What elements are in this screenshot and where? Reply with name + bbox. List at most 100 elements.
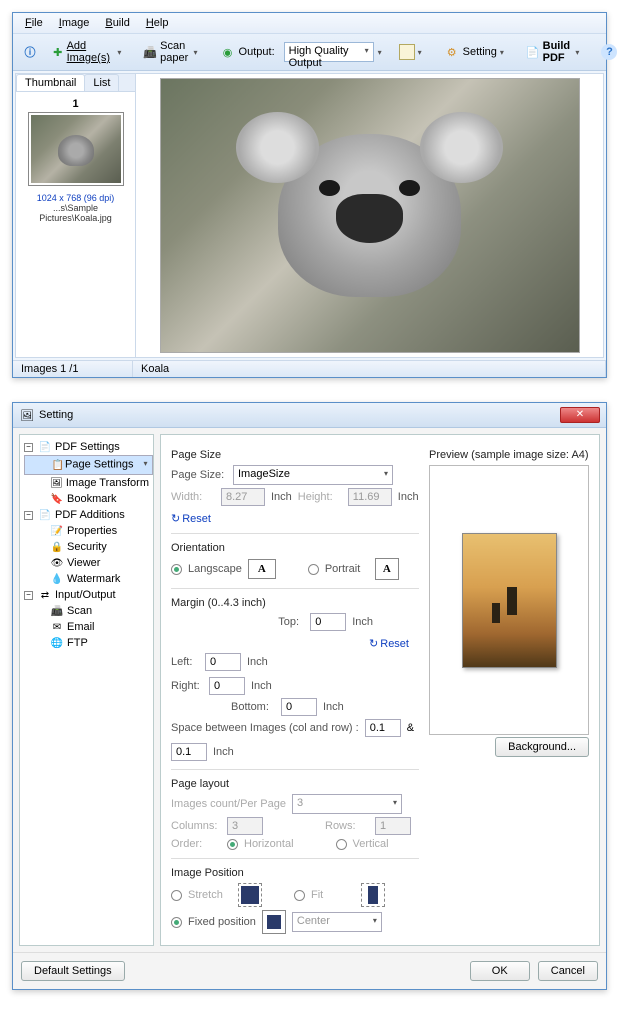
info-button[interactable]: ⓘ — [17, 41, 43, 63]
default-settings-button[interactable]: Default Settings — [21, 961, 125, 981]
right-input[interactable] — [209, 677, 245, 695]
portrait-icon: A — [375, 558, 399, 580]
stretch-label: Stretch — [188, 889, 232, 901]
thumbnail-item[interactable] — [28, 112, 124, 186]
tree-pdf-settings[interactable]: −📄PDF Settings — [24, 439, 149, 455]
scan-label: Scan paper — [160, 40, 190, 64]
stretch-swatch — [238, 883, 262, 907]
bottom-input[interactable] — [281, 698, 317, 716]
portrait-label: Portrait — [325, 563, 369, 575]
output-icon: ◉ — [220, 44, 236, 60]
tree-ftp[interactable]: 🌐FTP — [24, 635, 149, 651]
tree-scan[interactable]: 📠Scan — [24, 603, 149, 619]
align-select[interactable]: Center — [292, 912, 382, 932]
output-quality-select[interactable]: High Quality Output — [284, 42, 374, 62]
menu-help[interactable]: Help — [140, 15, 175, 31]
chevron-down-icon: ▾ — [500, 48, 504, 57]
color-picker[interactable]: ▾ — [394, 41, 427, 63]
help-button[interactable]: ? — [596, 41, 620, 63]
landscape-label: Langscape — [188, 563, 242, 575]
transform-icon: 🖼 — [50, 476, 63, 490]
fit-radio[interactable] — [294, 890, 305, 901]
tree-viewer[interactable]: 👁Viewer — [24, 555, 149, 571]
rows-label: Rows: — [325, 820, 369, 832]
pdf-icon: 📄 — [38, 440, 52, 454]
page-size-heading: Page Size — [171, 449, 419, 461]
fixed-swatch — [262, 910, 286, 934]
scan-paper-button[interactable]: 📠 Scan paper ▾ — [138, 37, 202, 67]
color-swatch-icon — [399, 44, 415, 60]
count-select: 3 — [292, 794, 402, 814]
add-images-button[interactable]: ✚ Add Image(s) ▾ — [47, 37, 126, 67]
settings-form: Page Size Page Size: ImageSize Width: In… — [171, 443, 419, 937]
tree-email[interactable]: ✉Email — [24, 619, 149, 635]
tree-page-settings[interactable]: 📋Page Settings — [24, 455, 153, 475]
menu-file[interactable]: File — [19, 15, 49, 31]
setting-button[interactable]: ⚙ Setting ▾ — [439, 41, 509, 63]
tree-image-transform[interactable]: 🖼Image Transform — [24, 475, 149, 491]
rows-input — [375, 817, 411, 835]
build-pdf-label: Build PDF — [543, 40, 573, 64]
image-viewport[interactable] — [136, 74, 603, 357]
height-input — [348, 488, 392, 506]
position-heading: Image Position — [171, 867, 419, 879]
preview-panel: Preview (sample image size: A4) Backgrou… — [429, 443, 589, 937]
fixed-radio[interactable] — [171, 917, 182, 928]
page-size-label: Page Size: — [171, 469, 227, 481]
height-label: Height: — [298, 491, 342, 503]
help-icon: ? — [601, 44, 617, 60]
chevron-down-icon[interactable]: ▾ — [378, 48, 382, 57]
toolbar: ⓘ ✚ Add Image(s) ▾ 📠 Scan paper ▾ ◉ Outp… — [13, 34, 606, 71]
space-label: Space between Images (col and row) : — [171, 722, 359, 734]
cancel-button[interactable]: Cancel — [538, 961, 598, 981]
settings-dialog: 🖼 Setting ✕ −📄PDF Settings 📋Page Setting… — [12, 402, 607, 990]
dialog-title: Setting — [39, 409, 73, 421]
portrait-radio[interactable] — [308, 564, 319, 575]
tree-bookmark[interactable]: 🔖Bookmark — [24, 491, 149, 507]
page-size-select[interactable]: ImageSize — [233, 465, 393, 485]
preview-sample-image — [462, 533, 557, 668]
collapse-icon[interactable]: − — [24, 511, 33, 520]
scanner-icon: 📠 — [50, 604, 64, 618]
chevron-down-icon: ▾ — [194, 48, 198, 57]
stretch-radio[interactable] — [171, 890, 182, 901]
tree-pdf-additions[interactable]: −📄PDF Additions — [24, 507, 149, 523]
collapse-icon[interactable]: − — [24, 443, 33, 452]
right-label: Right: — [171, 680, 203, 692]
settings-panel: Page Size Page Size: ImageSize Width: In… — [160, 434, 600, 946]
pdf-icon: 📄 — [526, 44, 540, 60]
top-input[interactable] — [310, 613, 346, 631]
tree-security[interactable]: 🔒Security — [24, 539, 149, 555]
background-button[interactable]: Background... — [495, 737, 589, 757]
tree-properties[interactable]: 📝Properties — [24, 523, 149, 539]
menu-build[interactable]: Build — [99, 15, 135, 31]
chevron-down-icon: ▾ — [418, 48, 422, 57]
tree-watermark[interactable]: 💧Watermark — [24, 571, 149, 587]
build-pdf-button[interactable]: 📄 Build PDF ▾ — [521, 37, 585, 67]
collapse-icon[interactable]: − — [24, 591, 33, 600]
watermark-icon: 💧 — [50, 572, 64, 586]
preview-box — [429, 465, 589, 735]
landscape-radio[interactable] — [171, 564, 182, 575]
menubar: File Image Build Help — [13, 13, 606, 34]
reset-size-button[interactable]: ↻Reset — [171, 512, 211, 525]
space-col-input[interactable] — [365, 719, 401, 737]
main-body: Thumbnail List 1 1024 x 768 (96 dpi) ...… — [15, 73, 604, 358]
close-button[interactable]: ✕ — [560, 407, 600, 423]
top-label: Top: — [278, 616, 304, 628]
width-input — [221, 488, 265, 506]
bookmark-icon: 🔖 — [50, 492, 64, 506]
pdf-icon: 📄 — [38, 508, 52, 522]
thumbnail-dimensions: 1024 x 768 (96 dpi) — [22, 193, 129, 203]
eye-icon: 👁 — [50, 556, 64, 570]
tree-input-output[interactable]: −⇄Input/Output — [24, 587, 149, 603]
output-label: Output: — [239, 46, 275, 58]
layout-heading: Page layout — [171, 778, 419, 790]
space-row-input[interactable] — [171, 743, 207, 761]
reset-margin-button[interactable]: ↻Reset — [369, 637, 409, 650]
left-input[interactable] — [205, 653, 241, 671]
menu-image[interactable]: Image — [53, 15, 96, 31]
tab-thumbnail[interactable]: Thumbnail — [16, 74, 85, 91]
tab-list[interactable]: List — [84, 74, 119, 91]
ok-button[interactable]: OK — [470, 961, 530, 981]
